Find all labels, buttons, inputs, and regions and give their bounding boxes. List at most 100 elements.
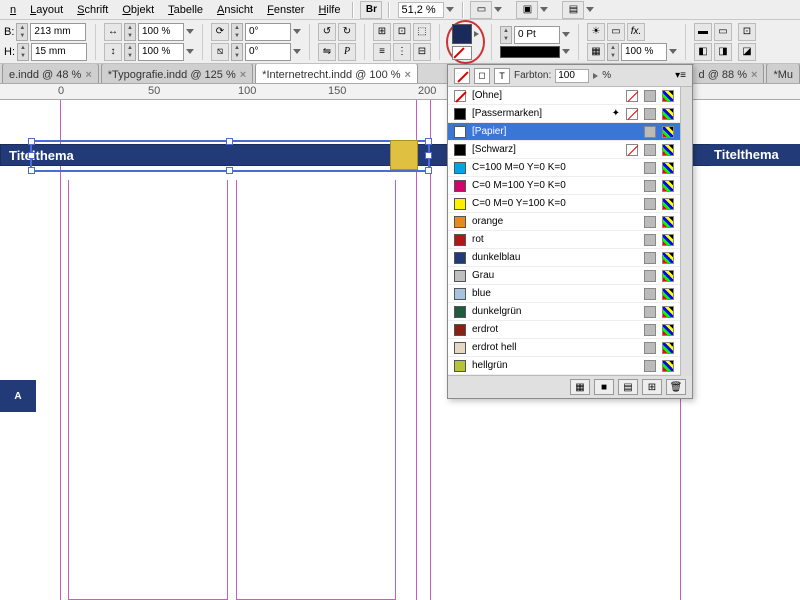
menu-tabelle[interactable]: Tabelle <box>162 2 209 18</box>
doc-tab[interactable]: d @ 88 %× <box>692 64 765 83</box>
swatch-row[interactable]: orange <box>448 213 680 231</box>
stepper[interactable]: ▲▼ <box>607 43 619 61</box>
scale-y-input[interactable] <box>138 43 184 61</box>
text-column[interactable] <box>236 180 396 600</box>
effects-icon[interactable]: ☀ <box>587 23 605 41</box>
arrange-icon[interactable]: ▣ <box>516 1 538 19</box>
swatch-row[interactable]: [Papier] <box>448 123 680 141</box>
opacity-input[interactable] <box>621 43 667 61</box>
tint-input[interactable] <box>555 69 589 83</box>
yellow-object[interactable] <box>390 140 418 170</box>
swatch-row[interactable]: [Ohne] <box>448 87 680 105</box>
swatch-row[interactable]: [Schwarz] <box>448 141 680 159</box>
menu-fenster[interactable]: Fenster <box>261 2 310 18</box>
doc-tab[interactable]: *Typografie.indd @ 125 %× <box>101 64 253 83</box>
close-icon[interactable]: × <box>405 69 411 81</box>
swatch-row[interactable]: Grau <box>448 267 680 285</box>
rotate-input[interactable] <box>245 23 291 41</box>
select-prev-icon[interactable]: ⬚ <box>413 23 431 41</box>
menu-ansicht[interactable]: Ansicht <box>211 2 259 18</box>
fx-icon[interactable]: fx. <box>627 23 645 41</box>
misc-icon[interactable]: ◪ <box>738 43 756 61</box>
arrange-icon-1[interactable]: ≡ <box>373 43 391 61</box>
height-input[interactable] <box>31 43 87 61</box>
resize-handle[interactable] <box>425 152 432 159</box>
swatch-row[interactable]: dunkelblau <box>448 249 680 267</box>
resize-handle[interactable] <box>226 138 233 145</box>
swatch-row[interactable]: C=100 M=0 Y=0 K=0 <box>448 159 680 177</box>
text-column[interactable] <box>68 180 228 600</box>
arrange-icon-3[interactable]: ⊟ <box>413 43 431 61</box>
guide[interactable] <box>416 100 417 600</box>
rotate-cw-icon[interactable]: ↻ <box>338 23 356 41</box>
select-content-icon[interactable]: ⊡ <box>393 23 411 41</box>
stepper[interactable]: ▲▼ <box>231 43 243 61</box>
workspace-icon[interactable]: ▤ <box>562 1 584 19</box>
wrap-box-icon[interactable]: ▭ <box>714 23 732 41</box>
width-input[interactable] <box>30 23 86 41</box>
guide[interactable] <box>60 100 61 600</box>
guide[interactable] <box>430 100 431 600</box>
arrange-icon-2[interactable]: ⋮ <box>393 43 411 61</box>
stroke-style[interactable] <box>500 46 560 58</box>
selection-frame[interactable] <box>30 140 430 172</box>
corner-icon[interactable]: ⊡ <box>738 23 756 41</box>
resize-handle[interactable] <box>28 167 35 174</box>
close-icon[interactable]: × <box>751 69 757 81</box>
swatch-row[interactable]: C=0 M=0 Y=100 K=0 <box>448 195 680 213</box>
fill-proxy-icon[interactable] <box>454 68 470 84</box>
close-icon[interactable]: × <box>85 69 91 81</box>
select-container-icon[interactable]: ⊞ <box>373 23 391 41</box>
close-icon[interactable]: × <box>240 69 246 81</box>
resize-handle[interactable] <box>28 152 35 159</box>
doc-tab[interactable]: *Mu <box>766 64 800 83</box>
swatch-row[interactable]: C=0 M=100 Y=0 K=0 <box>448 177 680 195</box>
wrap-shape-icon[interactable]: ◧ <box>694 43 712 61</box>
stepper[interactable]: ▲▼ <box>124 43 136 61</box>
show-all-swatches-icon[interactable]: ▦ <box>570 379 590 395</box>
swatch-row[interactable]: [Passermarken]✦ <box>448 105 680 123</box>
rotate-ccw-icon[interactable]: ↺ <box>318 23 336 41</box>
wrap-none-icon[interactable]: ▬ <box>694 23 712 41</box>
show-gradient-swatches-icon[interactable]: ▤ <box>618 379 638 395</box>
stepper[interactable]: ▲▼ <box>16 23 28 41</box>
resize-handle[interactable] <box>425 138 432 145</box>
zoom-combo[interactable]: 51,2 % <box>396 2 456 18</box>
resize-handle[interactable] <box>425 167 432 174</box>
scale-x-input[interactable] <box>138 23 184 41</box>
scrollbar[interactable] <box>680 87 692 376</box>
stepper[interactable]: ▲▼ <box>17 43 29 61</box>
titel-frame-right[interactable]: Titelthema <box>710 144 800 166</box>
stroke-proxy-icon[interactable]: ◻ <box>474 68 490 84</box>
swatch-row[interactable]: erdrot <box>448 321 680 339</box>
stepper[interactable]: ▲▼ <box>124 23 136 41</box>
swatch-row[interactable]: blue <box>448 285 680 303</box>
flip-h-icon[interactable]: ⇋ <box>318 43 336 61</box>
resize-handle[interactable] <box>28 138 35 145</box>
doc-tab[interactable]: e.indd @ 48 %× <box>2 64 99 83</box>
bridge-button[interactable]: Br <box>360 1 382 19</box>
p-icon[interactable]: P <box>338 43 356 61</box>
text-icon[interactable]: T <box>494 68 510 84</box>
resize-handle[interactable] <box>226 167 233 174</box>
new-swatch-icon[interactable]: ⊞ <box>642 379 662 395</box>
master-page-tag[interactable]: A <box>0 380 36 412</box>
stepper[interactable]: ▲▼ <box>231 23 243 41</box>
panel-menu-icon[interactable]: ▾≡ <box>675 70 686 81</box>
doc-tab-active[interactable]: *Internetrecht.indd @ 100 %× <box>255 64 418 83</box>
no-fill-icon[interactable] <box>452 46 472 60</box>
screen-mode-icon[interactable]: ▭ <box>470 1 492 19</box>
wrap-icon[interactable]: ▭ <box>607 23 625 41</box>
swatch-row[interactable]: hellgrün <box>448 357 680 375</box>
stroke-weight-input[interactable] <box>514 26 560 44</box>
swatch-row[interactable]: rot <box>448 231 680 249</box>
fill-color-swatch[interactable] <box>452 24 472 44</box>
swatch-row[interactable]: erdrot hell <box>448 339 680 357</box>
shear-input[interactable] <box>245 43 291 61</box>
show-color-swatches-icon[interactable]: ■ <box>594 379 614 395</box>
menu-objekt[interactable]: Objekt <box>116 2 160 18</box>
menu-truncated[interactable]: n <box>4 2 22 18</box>
menu-layout[interactable]: Layout <box>24 2 69 18</box>
delete-swatch-icon[interactable]: 🗑 <box>666 379 686 395</box>
menu-schrift[interactable]: Schrift <box>71 2 114 18</box>
